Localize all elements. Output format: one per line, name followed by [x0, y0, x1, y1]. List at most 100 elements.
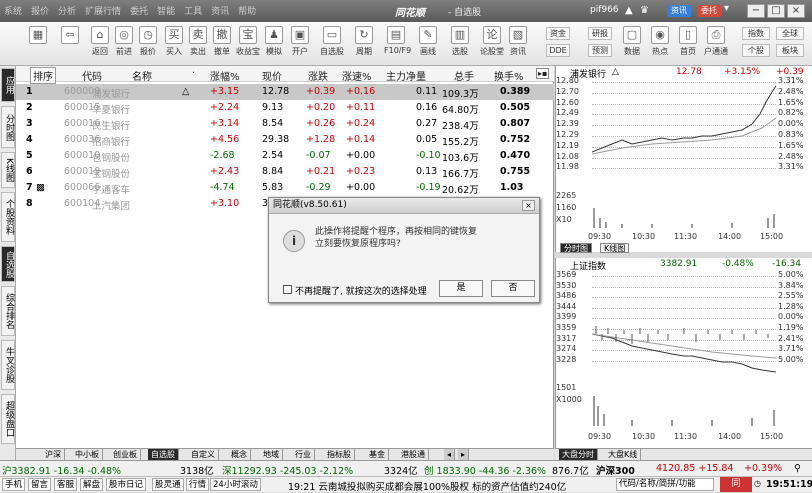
dialog-close-button[interactable]: ×: [522, 200, 535, 211]
btab-index-stocks[interactable]: 指标股: [324, 449, 355, 460]
user-icon[interactable]: ♛: [640, 5, 649, 16]
tb-forward[interactable]: ◎ 前进: [112, 26, 136, 57]
table-row[interactable]: 6 600019 宝钢股份 +2.43 8.84 +0.21 +0.23 0.13 166.7万…: [16, 164, 554, 180]
maximize-button[interactable]: □: [767, 4, 785, 18]
sbtn-quotes[interactable]: 行情: [186, 478, 210, 491]
bell-icon[interactable]: ▲: [625, 5, 633, 16]
tb-screener[interactable]: ▥ 选股: [448, 26, 472, 57]
minimize-button[interactable]: −: [747, 4, 765, 18]
tb-return[interactable]: ⌂ 返回: [88, 26, 112, 57]
col-sort[interactable]: 排序: [30, 67, 56, 84]
no-button[interactable]: 否: [491, 280, 535, 297]
menu-extended[interactable]: 扩展行情: [85, 4, 121, 17]
search-icon[interactable]: ⚲: [794, 463, 801, 474]
menu-help[interactable]: 帮助: [238, 4, 256, 17]
tb-watchlist[interactable]: ▭ 自选股: [320, 26, 344, 57]
yes-button[interactable]: 是: [439, 280, 483, 297]
tab-scroll-right-icon[interactable]: ▸: [458, 449, 470, 460]
table-row[interactable]: 2 600015 华夏银行 +2.24 9.13 +0.20 +0.11 0.16 64.80万…: [16, 100, 554, 116]
tb-sector[interactable]: 板块: [776, 44, 804, 57]
menu-quote[interactable]: 报价: [31, 4, 49, 17]
ltab-ranking[interactable]: 综合排名: [1, 286, 15, 336]
col-change[interactable]: 涨跌: [308, 68, 328, 83]
home-button[interactable]: ▦: [26, 26, 50, 46]
btab-custom[interactable]: 自定义: [188, 449, 219, 460]
table-row[interactable]: 7 600066 宇通客车 -4.74 5.83 -0.29 +0.00 -0.19 20.62…: [16, 180, 554, 196]
sbtn-mobile[interactable]: 手机: [2, 478, 26, 491]
remember-checkbox[interactable]: [283, 285, 292, 294]
tb-account[interactable]: ⎙ 户通通: [704, 26, 728, 57]
sbtn-gulingtong[interactable]: 股灵通: [152, 478, 184, 491]
search-input[interactable]: 代码/名称/简拼/功能: [616, 478, 714, 491]
news-pill[interactable]: 资讯: [667, 5, 691, 17]
btab-shsz[interactable]: 沪深: [42, 449, 65, 460]
tb-open-account[interactable]: ▣ 开户: [288, 26, 312, 57]
ltab-timeshare[interactable]: 分时图: [1, 106, 15, 148]
tb-global[interactable]: 全球: [776, 27, 804, 40]
sbtn-message[interactable]: 留言: [28, 478, 52, 491]
ltab-orderbook[interactable]: 超级盘口: [1, 394, 15, 444]
ltab-diagnosis[interactable]: 牛叉诊股: [1, 340, 15, 390]
tb-dde[interactable]: DDE: [546, 44, 570, 57]
sbtn-commentary[interactable]: 解盘: [80, 478, 104, 491]
tab-index-timeshare[interactable]: 大盘分时: [559, 449, 598, 460]
tb-sell[interactable]: 卖卖出: [186, 26, 210, 57]
btab-gem[interactable]: 创业板: [110, 449, 141, 460]
col-volume[interactable]: 总手: [454, 68, 474, 83]
tb-forecast[interactable]: 预测: [588, 44, 612, 57]
ltab-watchlist[interactable]: 自选股: [1, 246, 15, 282]
sbtn-service[interactable]: 客服: [54, 478, 78, 491]
trade-pill[interactable]: 委托: [697, 5, 721, 17]
tb-cancel[interactable]: 撤撤单: [210, 26, 234, 57]
col-speed[interactable]: 涨速%: [342, 68, 372, 83]
back-button[interactable]: ⇦: [58, 26, 82, 46]
sbtn-24h[interactable]: 24小时滚动: [210, 478, 261, 491]
tb-f10[interactable]: ▤ F10/F9: [384, 26, 411, 55]
btab-fund[interactable]: 基金: [366, 449, 389, 460]
tb-draw[interactable]: ✎ 画线: [416, 26, 440, 57]
tb-hot[interactable]: ◉ 热点: [648, 26, 672, 57]
btab-region[interactable]: 地域: [260, 449, 283, 460]
ltab-apps[interactable]: 应用: [1, 68, 15, 102]
tb-homepage[interactable]: ▯ 首页: [676, 26, 700, 57]
menu-trade[interactable]: 委托: [130, 4, 148, 17]
tb-stock[interactable]: 个股: [742, 44, 770, 57]
col-net[interactable]: 主力净量: [386, 68, 426, 83]
sbtn-diary[interactable]: 股市日记: [106, 478, 147, 491]
columns-menu-icon[interactable]: ▸▪: [536, 68, 550, 79]
col-pct[interactable]: 涨幅%: [210, 68, 240, 83]
menu-news[interactable]: 资讯: [211, 4, 229, 17]
tb-quote[interactable]: ◷ 报价: [136, 26, 160, 57]
btab-watchlist[interactable]: 自选股: [148, 449, 179, 460]
chevron-down-icon[interactable]: ▾: [724, 3, 729, 14]
tb-news[interactable]: ▧ 资讯: [506, 26, 530, 57]
table-row[interactable]: 1 600000 浦发银行 △ +3.15 12.78 +0.39 +0.16 0.11 109.…: [16, 84, 554, 100]
tb-period[interactable]: ↻ 周期: [352, 26, 376, 57]
col-turnover[interactable]: 换手%: [494, 68, 524, 83]
ltab-profile[interactable]: 个股资料: [1, 192, 15, 242]
col-price[interactable]: 现价: [262, 68, 282, 83]
btab-industry[interactable]: 行业: [292, 449, 315, 460]
menu-analysis[interactable]: 分析: [58, 4, 76, 17]
tb-simulate[interactable]: ♟ 模拟: [262, 26, 286, 57]
btab-sme[interactable]: 中小板: [72, 449, 103, 460]
btab-concept[interactable]: 概念: [228, 449, 251, 460]
close-button[interactable]: ×: [787, 4, 805, 18]
tb-index[interactable]: 指数: [742, 27, 770, 40]
news-ticker[interactable]: 19:21 云南城投拟购买成都会展100%股权 标的资产估值约240亿: [288, 479, 566, 493]
tb-research[interactable]: 研报: [588, 27, 612, 40]
col-code[interactable]: 代码: [82, 68, 102, 83]
tb-funds[interactable]: 资金: [546, 27, 570, 40]
table-row[interactable]: 3 600016 民生银行 +3.14 8.54 +0.26 +0.24 0.27 238.4万…: [16, 116, 554, 132]
tb-yield[interactable]: 宝收益宝: [236, 26, 260, 57]
menu-smart[interactable]: 智能: [157, 4, 175, 17]
tab-timeshare-chart[interactable]: 分时图: [560, 243, 592, 253]
tab-kline-chart[interactable]: K线图: [600, 243, 630, 253]
table-row[interactable]: 4 600036 招商银行 +4.56 29.38 +1.28 +0.14 0.05 155.2…: [16, 132, 554, 148]
tb-forum[interactable]: 论论股堂: [480, 26, 504, 57]
menu-system[interactable]: 系统: [4, 4, 22, 17]
col-name[interactable]: 名称: [132, 68, 152, 83]
ltab-kline[interactable]: K线图: [1, 152, 15, 188]
tb-buy[interactable]: 买买入: [162, 26, 186, 57]
note-icon[interactable]: ▩: [36, 182, 45, 193]
